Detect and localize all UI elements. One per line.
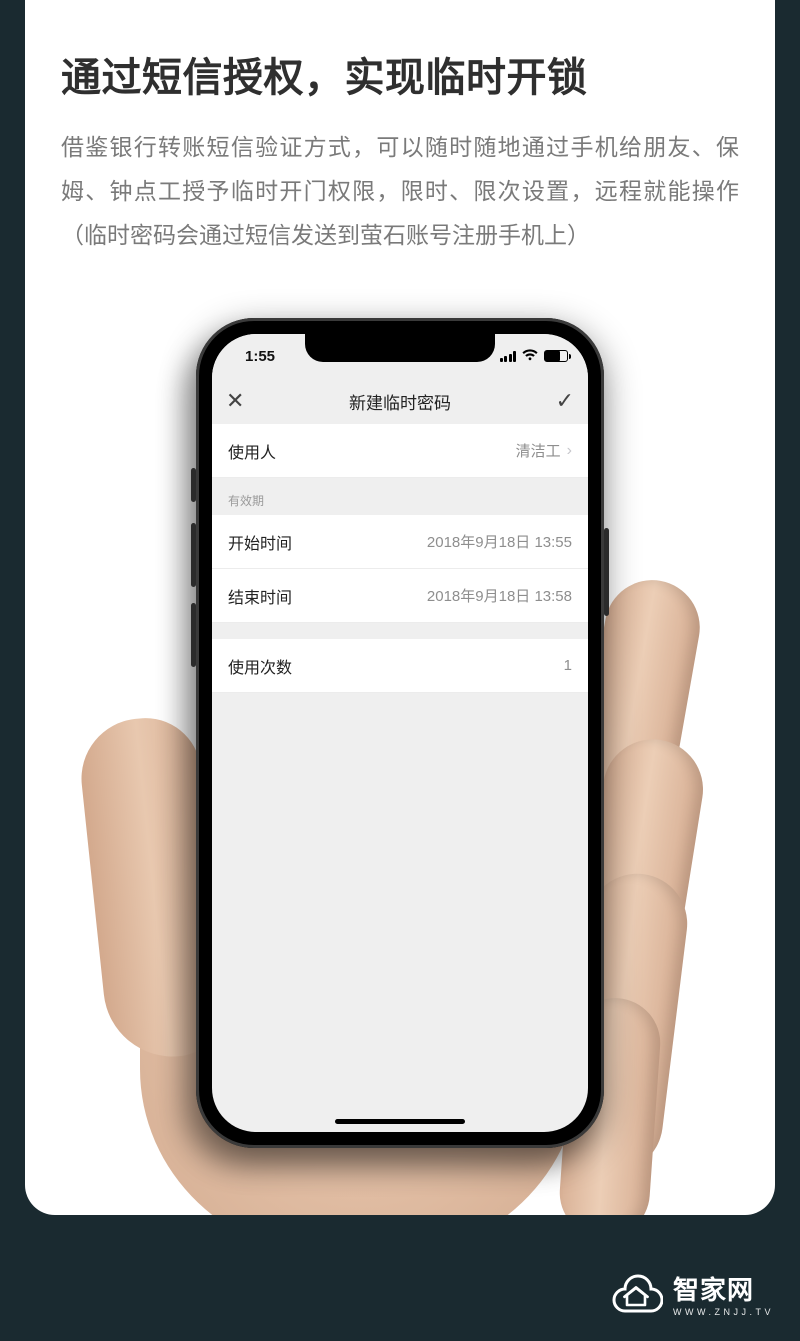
row-end-time[interactable]: 结束时间 2018年9月18日 13:58	[212, 569, 588, 623]
battery-icon	[544, 350, 568, 362]
hand-graphic	[25, 318, 775, 1215]
wifi-icon	[522, 348, 538, 365]
row-count-value: 1	[564, 657, 572, 674]
row-end-value: 2018年9月18日 13:58	[427, 585, 572, 606]
chevron-right-icon: ›	[567, 442, 572, 460]
row-count-label: 使用次数	[228, 654, 292, 678]
phone-screen: 1:55 ✕ 新建临时密码 ✓ 使用人 清洁工	[212, 334, 588, 1132]
row-user[interactable]: 使用人 清洁工 ›	[212, 424, 588, 478]
row-start-value: 2018年9月18日 13:55	[427, 531, 572, 552]
cloud-home-icon	[609, 1273, 663, 1315]
phone-notch	[305, 334, 495, 362]
watermark-name: 智家网	[673, 1270, 774, 1307]
row-user-label: 使用人	[228, 439, 276, 463]
confirm-icon[interactable]: ✓	[556, 390, 574, 412]
promo-card: 通过短信授权，实现临时开锁 借鉴银行转账短信验证方式，可以随时随地通过手机给朋友…	[25, 0, 775, 1215]
section-validity-label: 有效期	[212, 478, 588, 515]
watermark-logo: 智家网 WWW.ZNJJ.TV	[609, 1270, 774, 1317]
phone-mockup: 1:55 ✕ 新建临时密码 ✓ 使用人 清洁工	[196, 318, 604, 1148]
page-title: 通过短信授权，实现临时开锁	[61, 45, 739, 103]
close-icon[interactable]: ✕	[226, 390, 244, 412]
watermark-url: WWW.ZNJJ.TV	[673, 1307, 774, 1317]
signal-icon	[500, 351, 517, 362]
row-start-label: 开始时间	[228, 530, 292, 554]
navbar-title: 新建临时密码	[349, 389, 451, 414]
row-start-time[interactable]: 开始时间 2018年9月18日 13:55	[212, 515, 588, 569]
phone-illustration: 1:55 ✕ 新建临时密码 ✓ 使用人 清洁工	[25, 318, 775, 1215]
app-navbar: ✕ 新建临时密码 ✓	[212, 378, 588, 424]
row-user-value: 清洁工	[516, 440, 561, 461]
status-bar: 1:55	[212, 334, 588, 378]
row-end-label: 结束时间	[228, 584, 292, 608]
status-time: 1:55	[232, 348, 288, 365]
row-use-count[interactable]: 使用次数 1	[212, 639, 588, 693]
home-indicator	[335, 1119, 465, 1124]
page-description: 借鉴银行转账短信验证方式，可以随时随地通过手机给朋友、保姆、钟点工授予临时开门权…	[61, 125, 739, 257]
